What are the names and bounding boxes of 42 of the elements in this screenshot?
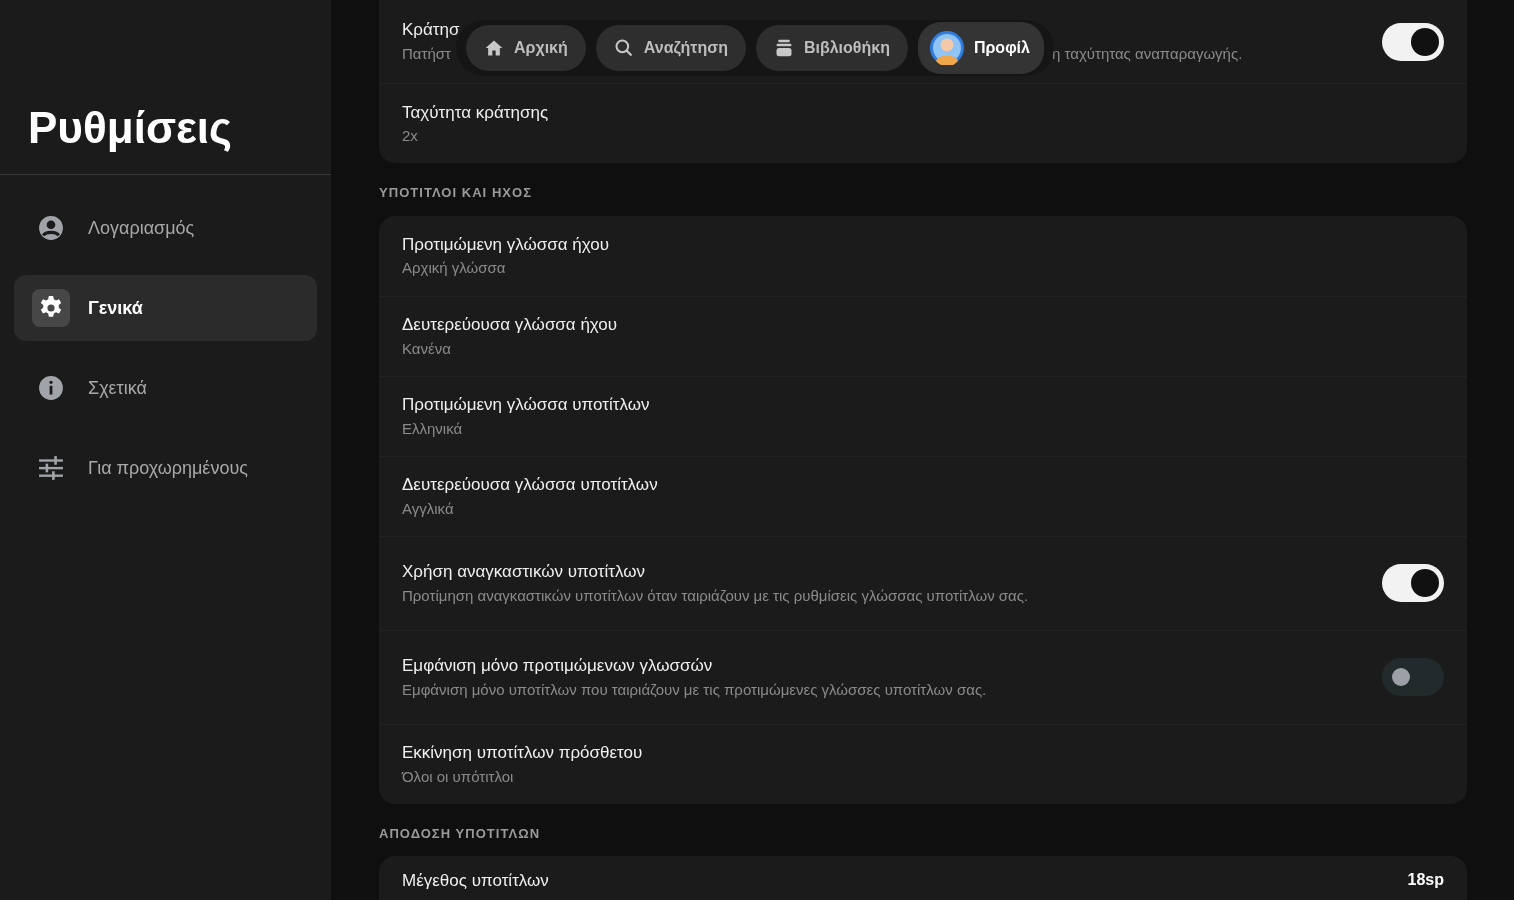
setting-description: 2x bbox=[402, 126, 419, 146]
sidebar-item[interactable]: Γενικά bbox=[14, 275, 317, 342]
setting-description: Εμφάνιση μόνο υποτίτλων που ταιριάζουν με τις προτιμώμενες γλώσσες υποτίτλων σας. bbox=[402, 679, 987, 700]
toggle-switch[interactable] bbox=[1382, 564, 1444, 602]
home-icon bbox=[484, 38, 504, 58]
setting-description: Προτίμηση αναγκαστικών υποτίτλων όταν ταιριάζουν με τις ρυθμίσεις γλώσσας υποτίτλων σας. bbox=[402, 585, 1029, 606]
setting-title: Χρήση αναγκαστικών υποτίτλων bbox=[402, 561, 646, 583]
setting-title: Εμφάνιση μόνο προτιμώμενων γλωσσών bbox=[402, 655, 714, 677]
setting-description: Όλοι οι υπότιτλοι bbox=[402, 766, 515, 787]
setting-title: Ταχύτητα κράτησης bbox=[402, 101, 549, 124]
setting-description: Κανένα bbox=[402, 338, 452, 359]
sidebar-item[interactable]: Για προχωρημένους bbox=[14, 435, 317, 502]
setting-value: 18sp bbox=[1407, 870, 1444, 890]
search-icon bbox=[613, 38, 634, 58]
setting-title: Μέγεθος υποτίτλων bbox=[402, 870, 549, 892]
toggle-switch[interactable] bbox=[1382, 658, 1444, 696]
setting-title: Προτιμώμενη γλώσσα υποτίτλων bbox=[402, 394, 650, 416]
toggle-switch[interactable] bbox=[1382, 22, 1444, 61]
sliders-icon bbox=[38, 455, 64, 482]
setting-title: Προτιμώμενη γλώσσα ήχου bbox=[402, 233, 609, 256]
setting-description: Πατήστ bbox=[402, 45, 451, 63]
sidebar-item[interactable]: Λογαριασμός bbox=[14, 195, 317, 262]
avatar-icon bbox=[929, 31, 964, 65]
section-heading: ΥΠΟΤΙΤΛΟΙ ΚΑΙ ΗΧΟΣ bbox=[379, 184, 534, 202]
section-heading: ΑΠΟΔΟΣΗ ΥΠΟΤΙΤΛΩΝ bbox=[379, 824, 542, 843]
sidebar-item[interactable]: Σχετικά bbox=[14, 355, 317, 422]
setting-description: Αρχική γλώσσα bbox=[402, 258, 507, 278]
nav-tab[interactable]: Αναζήτηση bbox=[595, 25, 746, 71]
stack-icon bbox=[773, 38, 794, 58]
setting-title: Εκκίνηση υποτίτλων πρόσθετου bbox=[402, 742, 643, 764]
setting-title: Κράτησ bbox=[402, 18, 461, 41]
nav-tab[interactable]: Προφίλ bbox=[917, 22, 1044, 74]
info-icon bbox=[38, 375, 64, 402]
nav-tab[interactable]: Βιβλιοθήκη bbox=[755, 25, 908, 71]
setting-description: Αγγλικά bbox=[402, 498, 455, 519]
settings-title: Ρυθμίσεις bbox=[27, 102, 233, 154]
account-icon bbox=[38, 215, 64, 242]
nav-tab[interactable]: Αρχική bbox=[466, 25, 586, 71]
setting-description: η ταχύτητας αναπαραγωγής. bbox=[1052, 45, 1243, 63]
setting-title: Δευτερεύουσα γλώσσα υποτίτλων bbox=[402, 474, 658, 496]
setting-description: Ελληνικά bbox=[402, 418, 464, 439]
setting-title: Δευτερεύουσα γλώσσα ήχου bbox=[402, 314, 618, 336]
